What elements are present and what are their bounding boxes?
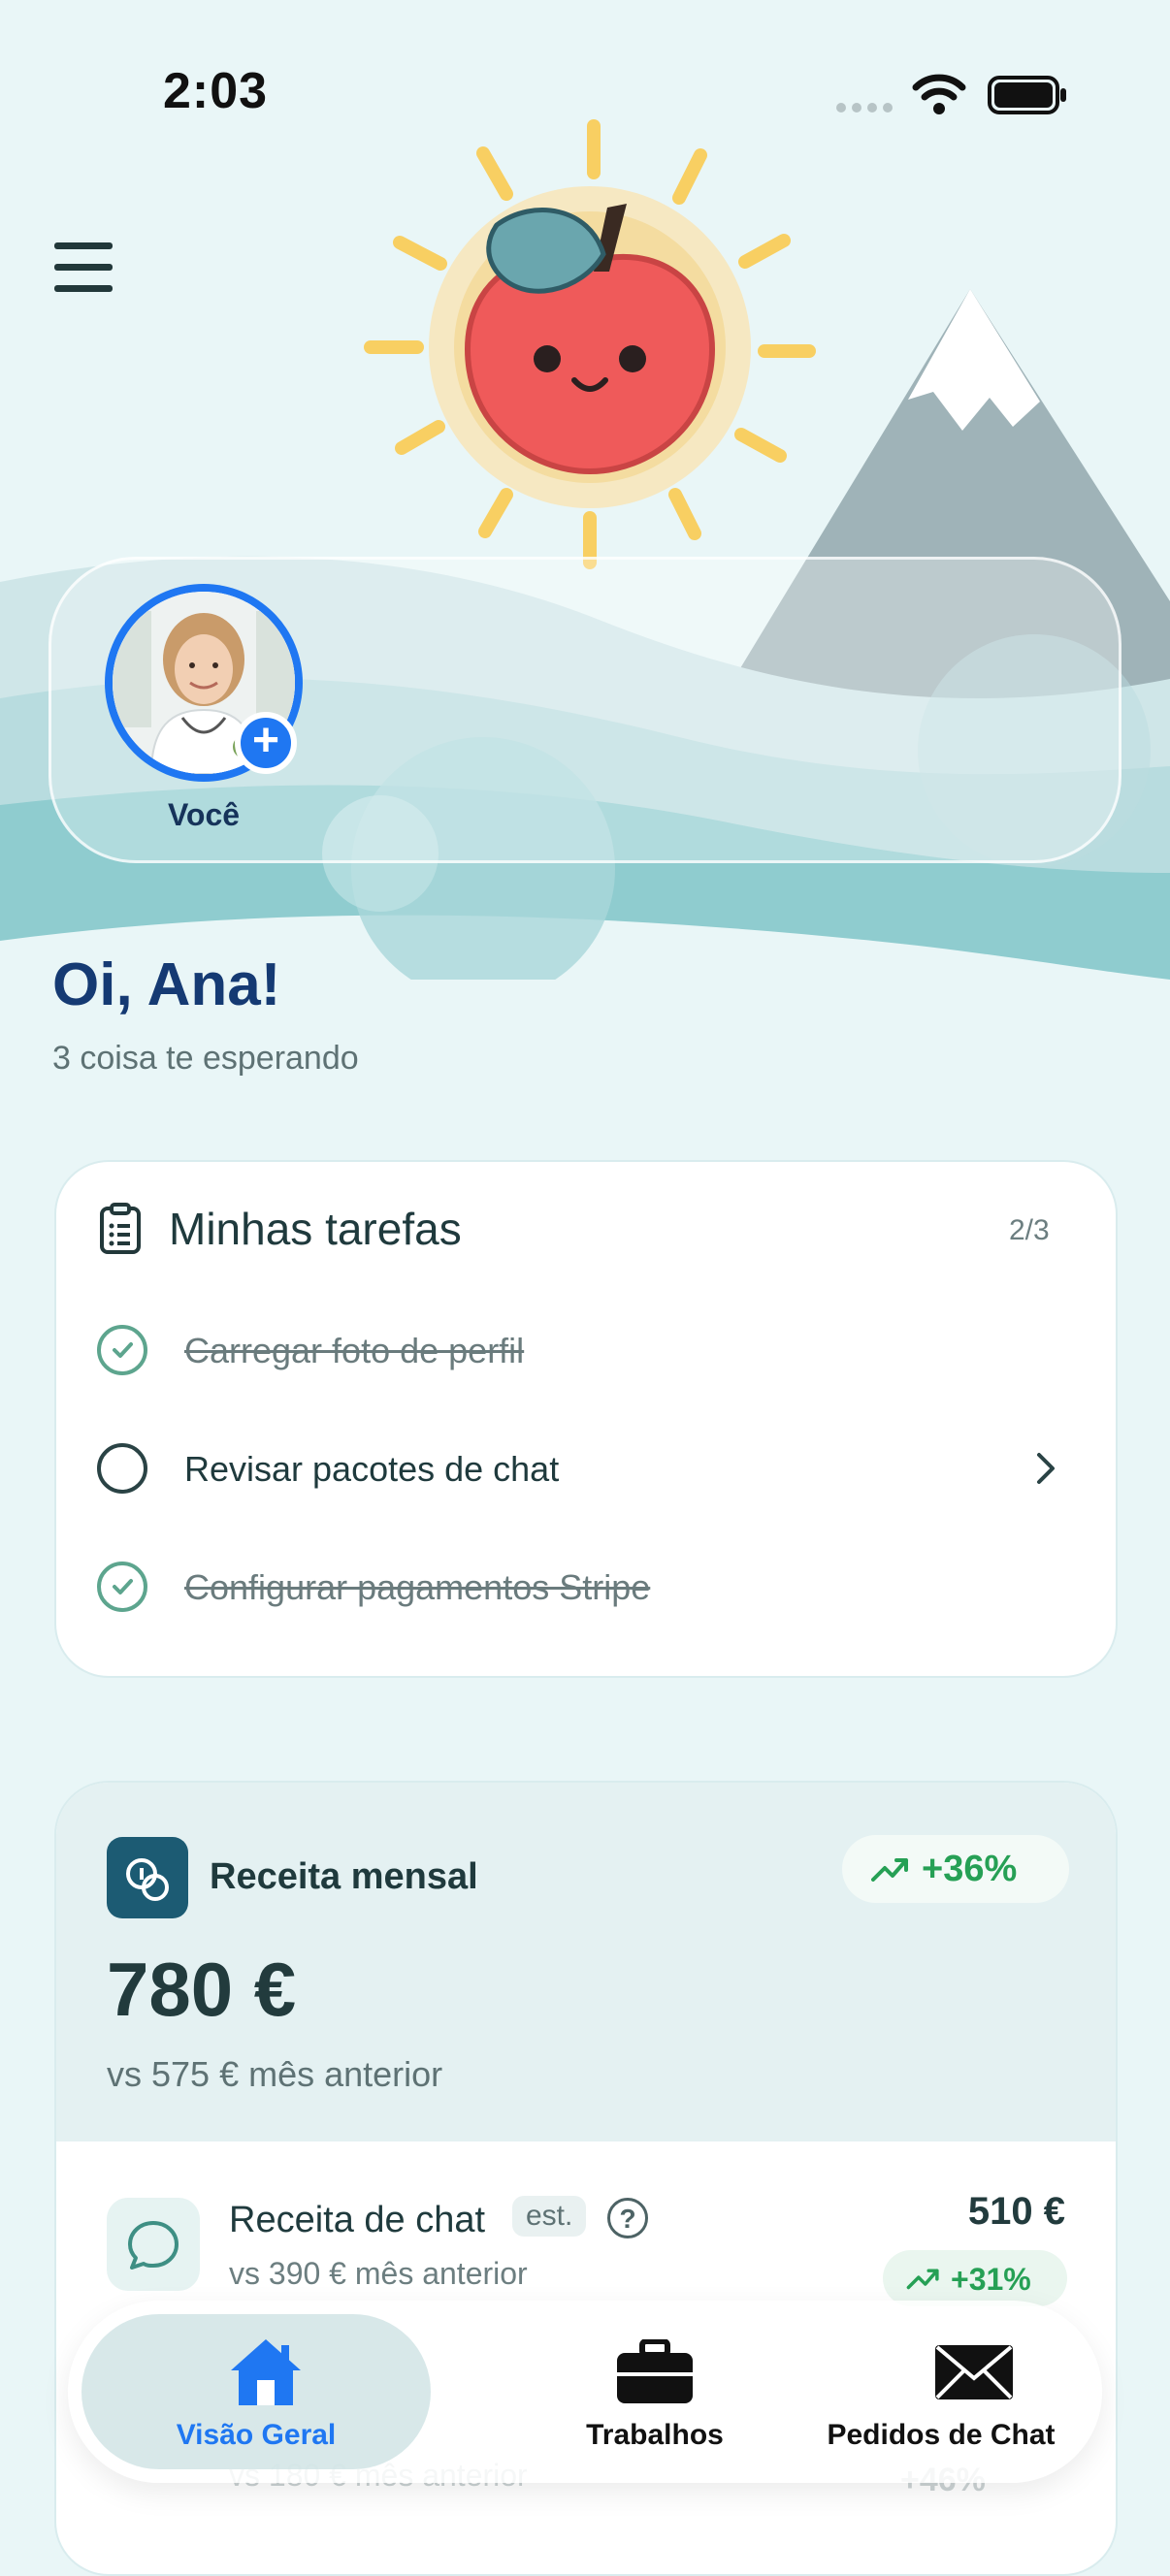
- nav-label: Pedidos de Chat: [827, 2419, 1056, 2451]
- avatar-label: Você: [167, 797, 241, 832]
- chat-bubble-icon: [107, 2198, 200, 2291]
- estimate-badge: est.: [512, 2196, 587, 2237]
- revenue-title: Receita mensal: [210, 1856, 478, 1897]
- chat-revenue-change: +31%: [951, 2262, 1031, 2297]
- chat-revenue-compare: vs 390 € mês anterior: [229, 2256, 528, 2291]
- wifi-icon: [912, 74, 966, 114]
- chat-revenue-change-badge: +31%: [883, 2250, 1067, 2306]
- battery-icon: [988, 76, 1066, 114]
- task-label: Configurar pagamentos Stripe: [184, 1567, 651, 1607]
- add-story-button[interactable]: +: [235, 712, 297, 774]
- task-item-upload-photo[interactable]: Carregar foto de perfil: [97, 1311, 1077, 1389]
- task-label: Revisar pacotes de chat: [184, 1449, 560, 1489]
- home-icon: [231, 2339, 301, 2405]
- status-time: 2:03: [163, 63, 269, 119]
- cellular-signal-icon: [836, 100, 898, 117]
- tasks-title: Minhas tarefas: [169, 1204, 462, 1254]
- menu-icon: [54, 242, 113, 249]
- clipboard-icon: [100, 1203, 141, 1254]
- nav-label: Visão Geral: [176, 2419, 337, 2451]
- nav-item-chat-requests[interactable]: Pedidos de Chat: [805, 2301, 1170, 2483]
- check-circle-icon: [97, 1325, 147, 1375]
- bottom-navigation: Visão Geral Trabalhos Pedidos de Chat: [68, 2301, 1102, 2483]
- chat-revenue-title: Receita de chat: [229, 2200, 486, 2240]
- revenue-change: +36%: [922, 1849, 1018, 1889]
- menu-button[interactable]: [54, 242, 113, 297]
- empty-circle-icon: [97, 1443, 147, 1494]
- task-label: Carregar foto de perfil: [184, 1331, 525, 1370]
- coins-icon: [107, 1837, 188, 1918]
- task-item-review-chat-packages[interactable]: Revisar pacotes de chat: [97, 1430, 1077, 1507]
- check-circle-icon: [97, 1562, 147, 1612]
- revenue-amount: 780 €: [107, 1947, 297, 2032]
- chat-revenue-amount: 510 €: [967, 2190, 1065, 2233]
- tasks-count: 2/3: [1009, 1214, 1050, 1246]
- revenue-change-badge: +36%: [842, 1835, 1069, 1903]
- greeting-subtitle: 3 coisa te esperando: [52, 1040, 359, 1077]
- nav-item-jobs[interactable]: Trabalhos: [456, 2301, 854, 2483]
- envelope-icon: [935, 2345, 1013, 2399]
- nav-item-overview[interactable]: Visão Geral: [81, 2301, 431, 2483]
- briefcase-icon: [617, 2339, 693, 2403]
- trending-up-icon: [871, 1858, 908, 1882]
- chevron-right-icon: [1037, 1453, 1055, 1484]
- revenue-compare: vs 575 € mês anterior: [107, 2054, 443, 2094]
- greeting-title: Oi, Ana!: [52, 951, 281, 1018]
- help-icon[interactable]: ?: [607, 2198, 648, 2238]
- task-item-configure-stripe[interactable]: Configurar pagamentos Stripe: [97, 1548, 1077, 1626]
- trending-up-icon: [906, 2269, 939, 2290]
